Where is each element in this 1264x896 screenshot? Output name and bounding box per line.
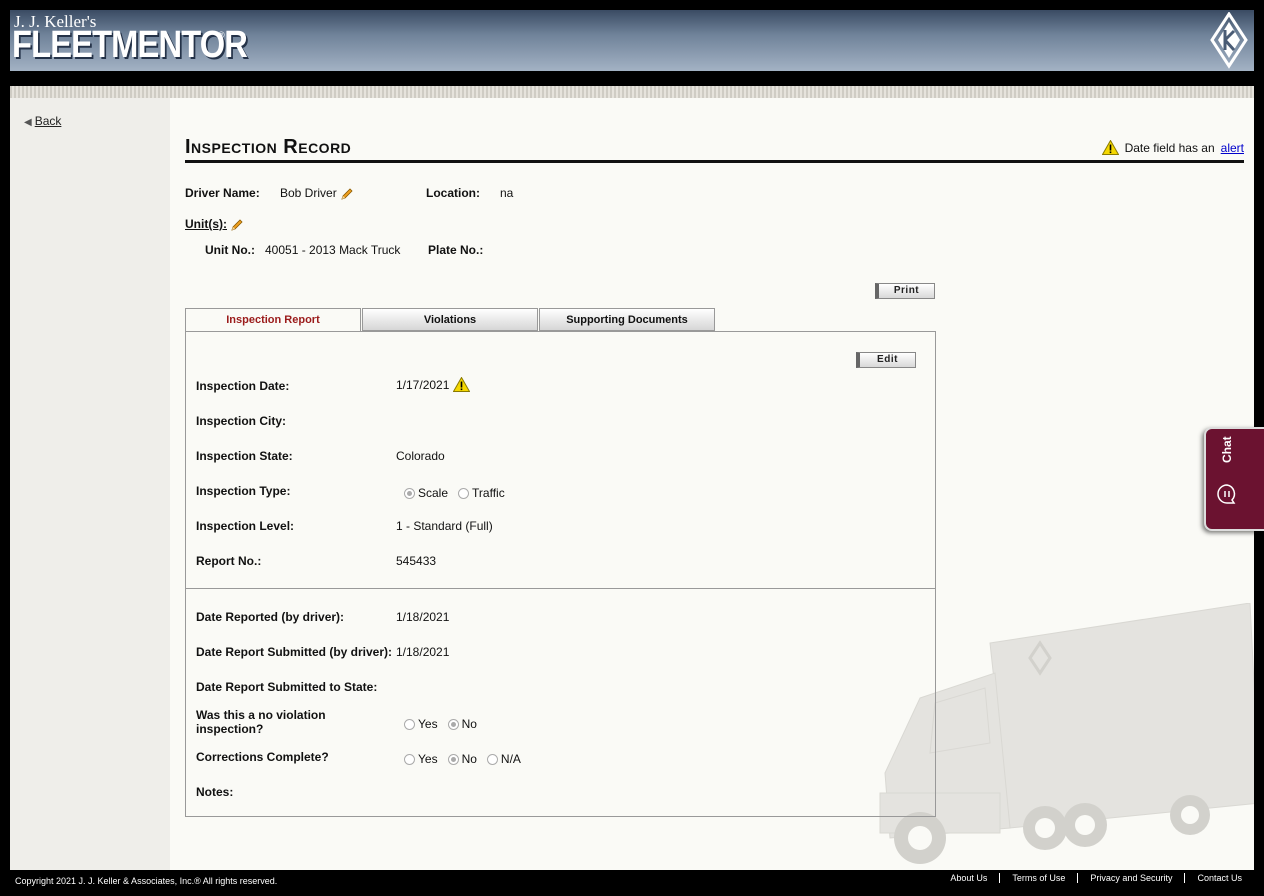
report-no-value: 545433 bbox=[396, 554, 437, 568]
units-link[interactable]: Unit(s): bbox=[185, 217, 227, 231]
radio-scale-wrap: Scale bbox=[404, 486, 448, 500]
header-stripe bbox=[10, 86, 1254, 98]
fleetmentor-logo: FLEETMENTOR bbox=[12, 24, 248, 66]
footer-link-terms-of-use[interactable]: Terms of Use bbox=[999, 873, 1077, 883]
inspection-type-radios: Scale Traffic bbox=[404, 486, 511, 500]
pencil-edit-icon[interactable] bbox=[230, 218, 244, 232]
no-violation-label: Was this a no violation inspection? bbox=[196, 708, 326, 736]
chat-label: Chat bbox=[1220, 436, 1234, 463]
header-divider bbox=[10, 71, 1254, 86]
tab-supporting-documents[interactable]: Supporting Documents bbox=[539, 308, 715, 331]
units-label-wrap: Unit(s): bbox=[185, 217, 244, 232]
pencil-edit-icon[interactable] bbox=[340, 187, 354, 201]
date-reported-label: Date Reported (by driver): bbox=[196, 610, 345, 624]
date-submitted-state-label: Date Report Submitted to State: bbox=[196, 680, 378, 694]
report-no-label: Report No.: bbox=[196, 554, 262, 568]
inspection-date-value: 1/17/2021 bbox=[396, 377, 450, 392]
radio-corrections-no-label: No bbox=[461, 752, 477, 766]
alert-text: Date field has an bbox=[1124, 140, 1215, 155]
radio-no-violation-no-label: No bbox=[461, 717, 477, 731]
driver-name-wrap: Bob Driver bbox=[280, 186, 354, 201]
back-link[interactable]: Back bbox=[35, 114, 62, 128]
radio-scale-label: Scale bbox=[418, 486, 449, 500]
radio-no-violation-yes[interactable] bbox=[404, 718, 415, 730]
date-submitted-driver-value: 1/18/2021 bbox=[396, 645, 450, 659]
radio-no-violation-no-wrap: No bbox=[447, 717, 477, 731]
inspection-state-value: Colorado bbox=[396, 449, 445, 463]
notes-label: Notes: bbox=[196, 785, 234, 799]
copyright-text: Copyright 2021 J. J. Keller & Associates… bbox=[15, 876, 278, 886]
back-link-wrap: ◀ Back bbox=[24, 114, 61, 128]
driver-name-value: Bob Driver bbox=[280, 186, 337, 200]
title-underline bbox=[185, 160, 1244, 163]
main-content: Inspection Record Date field has an aler… bbox=[170, 98, 1254, 870]
inspection-report-panel: Edit Inspection Date: 1/17/2021 Inspecti… bbox=[185, 331, 936, 817]
sidebar: ◀ Back bbox=[10, 98, 170, 870]
inspection-date-wrap: 1/17/2021 bbox=[396, 377, 471, 392]
alert-notice: Date field has an alert bbox=[1101, 140, 1244, 155]
app-header: J. J. Keller's FLEETMENTOR ® bbox=[10, 10, 1254, 71]
location-label: Location: bbox=[426, 186, 480, 200]
radio-scale[interactable] bbox=[404, 487, 415, 499]
warning-icon bbox=[453, 377, 471, 392]
chat-button[interactable]: Chat bbox=[1204, 427, 1264, 531]
driver-name-label: Driver Name: bbox=[185, 186, 260, 200]
corrections-radios: Yes No N/A bbox=[404, 752, 527, 766]
no-violation-label-line2: inspection? bbox=[196, 722, 264, 736]
radio-traffic-label: Traffic bbox=[472, 486, 505, 500]
radio-traffic-wrap: Traffic bbox=[458, 486, 505, 500]
footer-link-contact-us[interactable]: Contact Us bbox=[1184, 873, 1254, 883]
radio-corrections-no[interactable] bbox=[447, 753, 459, 765]
radio-corrections-no-wrap: No bbox=[447, 752, 477, 766]
edit-button[interactable]: Edit bbox=[856, 352, 916, 368]
inspection-level-label: Inspection Level: bbox=[196, 519, 295, 533]
radio-corrections-yes-wrap: Yes bbox=[404, 752, 438, 766]
date-reported-value: 1/18/2021 bbox=[396, 610, 450, 624]
inspection-date-label: Inspection Date: bbox=[196, 379, 290, 393]
footer-links: About Us Terms of Use Privacy and Securi… bbox=[938, 873, 1254, 883]
inspection-type-label: Inspection Type: bbox=[196, 484, 291, 498]
date-submitted-driver-label: Date Report Submitted (by driver): bbox=[196, 645, 393, 659]
no-violation-radios: Yes No bbox=[404, 717, 483, 731]
page-footer: Copyright 2021 J. J. Keller & Associates… bbox=[0, 870, 1264, 896]
no-violation-label-line1: Was this a no violation bbox=[196, 708, 326, 722]
corrections-label: Corrections Complete? bbox=[196, 750, 329, 764]
unit-no-label: Unit No.: bbox=[205, 243, 255, 257]
jj-keller-emblem-icon bbox=[1210, 12, 1248, 69]
unit-no-value: 40051 - 2013 Mack Truck bbox=[265, 243, 401, 257]
radio-no-violation-no[interactable] bbox=[447, 718, 459, 730]
inspection-level-value: 1 - Standard (Full) bbox=[396, 519, 493, 533]
inspection-state-label: Inspection State: bbox=[196, 449, 293, 463]
radio-corrections-na-label: N/A bbox=[500, 752, 521, 766]
location-value: na bbox=[500, 186, 514, 200]
footer-link-about-us[interactable]: About Us bbox=[938, 873, 999, 883]
print-button[interactable]: Print bbox=[875, 283, 935, 299]
radio-corrections-na-wrap: N/A bbox=[486, 752, 521, 766]
section-divider bbox=[186, 588, 935, 589]
page-title: Inspection Record bbox=[185, 136, 352, 158]
radio-corrections-yes-label: Yes bbox=[418, 752, 438, 766]
tab-violations[interactable]: Violations bbox=[362, 308, 538, 331]
warning-icon bbox=[1101, 140, 1119, 155]
inspection-city-label: Inspection City: bbox=[196, 414, 287, 428]
alert-link[interactable]: alert bbox=[1221, 141, 1244, 155]
tab-inspection-report[interactable]: Inspection Report bbox=[185, 308, 361, 332]
radio-no-violation-yes-label: Yes bbox=[418, 717, 438, 731]
radio-corrections-yes[interactable] bbox=[404, 753, 415, 765]
chat-bubble-icon bbox=[1217, 484, 1236, 504]
app-frame: J. J. Keller's FLEETMENTOR ® ◀ Back Insp… bbox=[10, 10, 1254, 870]
logo-registered-mark: ® bbox=[218, 30, 225, 40]
radio-traffic[interactable] bbox=[458, 487, 470, 499]
plate-no-label: Plate No.: bbox=[428, 243, 484, 257]
radio-no-violation-yes-wrap: Yes bbox=[404, 717, 438, 731]
radio-corrections-na[interactable] bbox=[486, 753, 498, 765]
back-arrow-icon: ◀ bbox=[24, 117, 32, 128]
footer-link-privacy-security[interactable]: Privacy and Security bbox=[1077, 873, 1184, 883]
